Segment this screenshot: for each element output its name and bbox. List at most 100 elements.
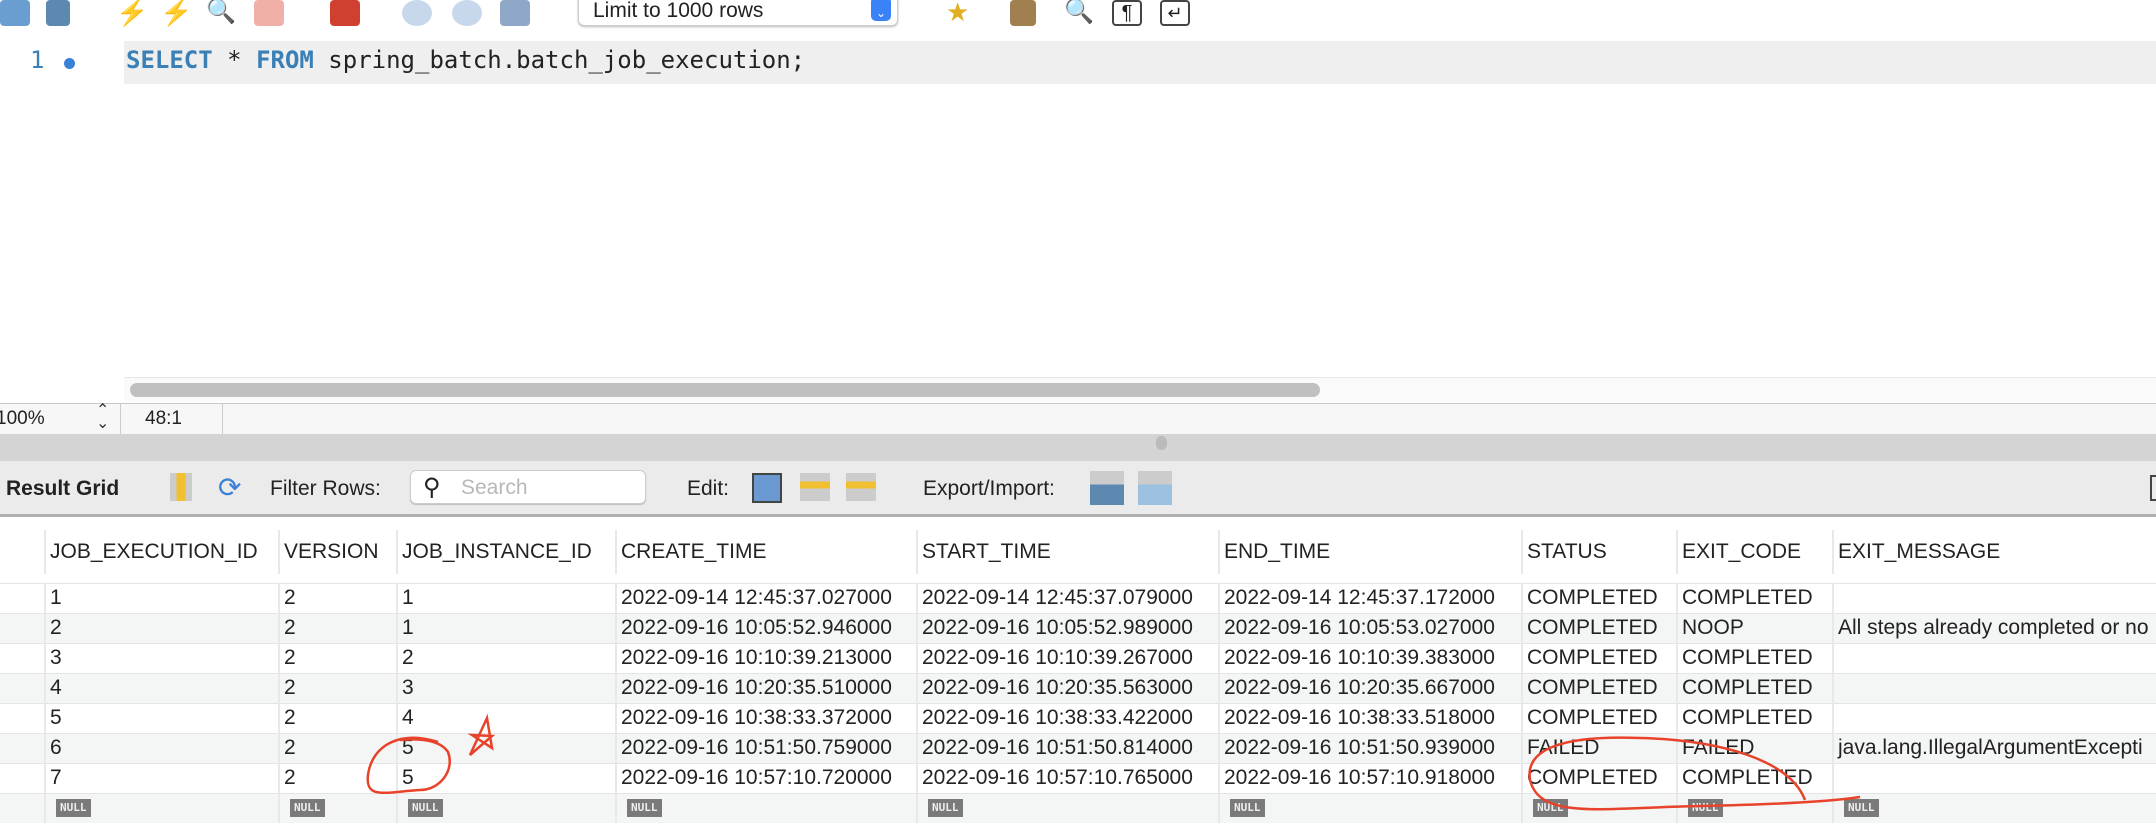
table-cell[interactable]: 2022-09-16 10:20:35.667000 [1218,673,1521,703]
table-cell[interactable]: 2 [278,703,396,733]
table-cell[interactable]: 4 [396,703,615,733]
execute-current-icon[interactable]: ⚡ [160,0,192,26]
column-header[interactable]: EXIT_MESSAGE [1832,530,2156,574]
table-cell[interactable]: COMPLETED [1676,703,1832,733]
panel-toggle-icon[interactable] [2150,475,2156,501]
refresh-icon[interactable]: ⟳ [218,471,241,504]
column-header[interactable]: VERSION [278,530,396,574]
table-cell[interactable]: 2022-09-16 10:10:39.383000 [1218,643,1521,673]
table-cell[interactable]: 2 [278,583,396,613]
table-cell[interactable]: NOOP [1676,613,1832,643]
toggle-error-icon[interactable] [330,0,360,26]
invisible-chars-icon[interactable]: ¶ [1112,0,1142,26]
table-cell[interactable]: COMPLETED [1521,613,1676,643]
table-cell[interactable]: 3 [396,673,615,703]
table-cell[interactable]: 2022-09-16 10:05:52.946000 [615,613,916,643]
table-cell[interactable]: 2022-09-16 10:38:33.518000 [1218,703,1521,733]
table-cell[interactable]: 5 [396,733,615,763]
table-cell[interactable]: 2022-09-16 10:38:33.372000 [615,703,916,733]
table-cell[interactable]: 2 [44,613,278,643]
table-cell[interactable]: 2022-09-14 12:45:37.172000 [1218,583,1521,613]
table-cell[interactable]: 6 [44,733,278,763]
table-cell[interactable]: 2022-09-14 12:45:37.027000 [615,583,916,613]
column-header[interactable]: START_TIME [916,530,1218,574]
table-cell[interactable]: COMPLETED [1676,673,1832,703]
save-icon[interactable] [46,0,70,26]
table-cell[interactable]: 2022-09-16 10:10:39.267000 [916,643,1218,673]
null-cell[interactable]: NULL [1676,793,1832,823]
beautify-icon[interactable]: ★ [946,0,976,26]
column-header[interactable]: EXIT_CODE [1676,530,1832,574]
table-cell[interactable]: java.lang.IllegalArgumentExcepti [1832,733,2156,763]
table-cell[interactable]: COMPLETED [1521,703,1676,733]
table-cell[interactable]: 2022-09-16 10:51:50.759000 [615,733,916,763]
table-cell[interactable]: 1 [396,583,615,613]
null-cell[interactable]: NULL [1521,793,1676,823]
splitter-handle[interactable] [1156,436,1167,450]
limit-rows-select[interactable]: Limit to 1000 rows ⌃ ⌄ [578,0,898,26]
add-row-icon[interactable] [800,473,830,501]
column-header[interactable]: CREATE_TIME [615,530,916,574]
table-cell[interactable]: COMPLETED [1521,643,1676,673]
table-cell[interactable] [1832,583,2156,613]
export-icon[interactable] [1090,471,1124,505]
null-cell[interactable]: NULL [44,793,278,823]
table-cell[interactable]: FAILED [1676,733,1832,763]
table-cell[interactable]: All steps already completed or no [1832,613,2156,643]
table-cell[interactable] [1832,643,2156,673]
table-cell[interactable]: 2022-09-16 10:51:50.939000 [1218,733,1521,763]
table-cell[interactable]: 2 [278,643,396,673]
table-cell[interactable]: 2022-09-16 10:10:39.213000 [615,643,916,673]
null-cell[interactable]: NULL [1218,793,1521,823]
sql-editor[interactable]: SELECT * FROM spring_batch.batch_job_exe… [126,46,805,74]
column-header[interactable]: END_TIME [1218,530,1521,574]
table-cell[interactable]: 2022-09-16 10:05:52.989000 [916,613,1218,643]
zoom-stepper-icon[interactable]: ⌃ ⌄ [96,403,109,432]
table-cell[interactable]: COMPLETED [1521,763,1676,793]
wrap-icon[interactable]: ↵ [1160,0,1190,26]
table-cell[interactable]: 5 [396,763,615,793]
table-cell[interactable]: FAILED [1521,733,1676,763]
table-cell[interactable]: COMPLETED [1676,763,1832,793]
table-cell[interactable]: 2022-09-16 10:57:10.765000 [916,763,1218,793]
table-cell[interactable]: 2022-09-16 10:57:10.918000 [1218,763,1521,793]
null-cell[interactable]: NULL [278,793,396,823]
table-cell[interactable]: 3 [44,643,278,673]
null-cell[interactable]: NULL [1832,793,2156,823]
table-cell[interactable]: 5 [44,703,278,733]
stop-icon[interactable] [254,0,284,26]
open-file-icon[interactable] [0,0,30,26]
null-cell[interactable]: NULL [615,793,916,823]
table-cell[interactable] [1832,703,2156,733]
edit-pencil-icon[interactable] [752,473,782,503]
table-cell[interactable]: 2022-09-16 10:20:35.563000 [916,673,1218,703]
table-cell[interactable]: COMPLETED [1521,673,1676,703]
column-header[interactable]: JOB_INSTANCE_ID [396,530,615,574]
null-cell[interactable]: NULL [916,793,1218,823]
table-cell[interactable]: 2 [278,763,396,793]
table-cell[interactable]: 1 [44,583,278,613]
table-cell[interactable]: 2022-09-16 10:05:53.027000 [1218,613,1521,643]
brush-icon[interactable] [1010,0,1036,26]
commit-icon[interactable] [402,0,432,26]
toggle-columns-icon[interactable] [170,473,192,501]
table-cell[interactable]: 2022-09-14 12:45:37.079000 [916,583,1218,613]
table-cell[interactable] [1832,763,2156,793]
column-header[interactable]: STATUS [1521,530,1676,574]
table-cell[interactable]: COMPLETED [1676,643,1832,673]
table-cell[interactable] [1832,673,2156,703]
table-cell[interactable]: 2 [278,733,396,763]
rollback-icon[interactable] [452,0,482,26]
find-icon[interactable]: 🔍 [1064,0,1094,26]
table-cell[interactable]: 7 [44,763,278,793]
filter-search-input[interactable]: ⚲ Search [410,470,646,504]
table-cell[interactable]: 2022-09-16 10:20:35.510000 [615,673,916,703]
explain-icon[interactable]: 🔍 [206,0,236,26]
table-cell[interactable]: 1 [396,613,615,643]
autocommit-icon[interactable] [500,0,530,26]
import-icon[interactable] [1138,471,1172,505]
delete-row-icon[interactable] [846,473,876,501]
table-cell[interactable]: 4 [44,673,278,703]
table-cell[interactable]: 2 [278,673,396,703]
panel-splitter[interactable] [0,434,2156,461]
